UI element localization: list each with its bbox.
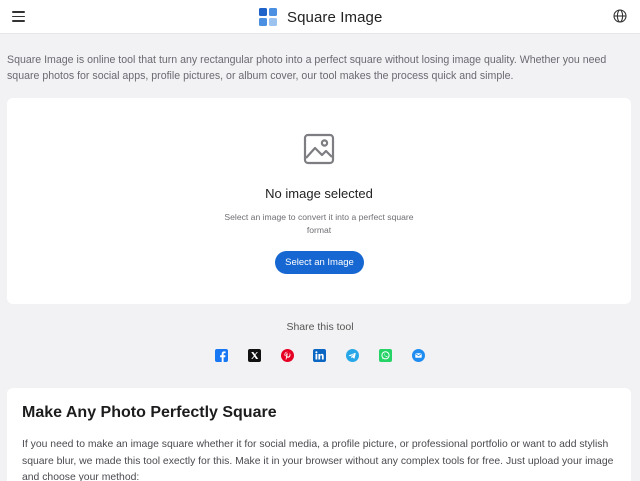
email-share-button[interactable] [409, 346, 427, 364]
content-card: Make Any Photo Perfectly Square If you n… [7, 388, 631, 481]
x-share-button[interactable] [245, 346, 263, 364]
pinterest-icon [280, 348, 294, 362]
telegram-icon [345, 348, 359, 362]
brand[interactable]: Square Image [259, 7, 382, 27]
x-icon [247, 348, 261, 362]
telegram-share-button[interactable] [343, 346, 361, 364]
share-buttons [0, 346, 640, 364]
hamburger-menu-icon[interactable] [12, 11, 25, 22]
linkedin-share-button[interactable] [310, 346, 328, 364]
facebook-share-button[interactable] [212, 346, 230, 364]
select-image-button[interactable]: Select an Image [275, 251, 364, 274]
pinterest-share-button[interactable] [278, 346, 296, 364]
image-placeholder-icon [303, 133, 335, 165]
upload-card: No image selected Select an image to con… [7, 98, 631, 304]
app-header: Square Image [0, 0, 640, 34]
facebook-icon [214, 348, 228, 362]
linkedin-icon [312, 348, 326, 362]
section-paragraph: If you need to make an image square whet… [22, 439, 614, 481]
no-image-status: No image selected [265, 186, 373, 201]
square-logo-icon [259, 8, 277, 26]
whatsapp-share-button[interactable] [376, 346, 394, 364]
globe-icon[interactable] [613, 9, 627, 23]
email-icon [411, 348, 425, 362]
whatsapp-icon [378, 348, 392, 362]
upload-helper-text: Select an image to convert it into a per… [224, 212, 414, 235]
intro-text: Square Image is online tool that turn an… [7, 54, 607, 82]
section-heading: Make Any Photo Perfectly Square [22, 404, 277, 421]
app-title: Square Image [287, 8, 383, 26]
share-title: Share this tool [286, 321, 354, 333]
